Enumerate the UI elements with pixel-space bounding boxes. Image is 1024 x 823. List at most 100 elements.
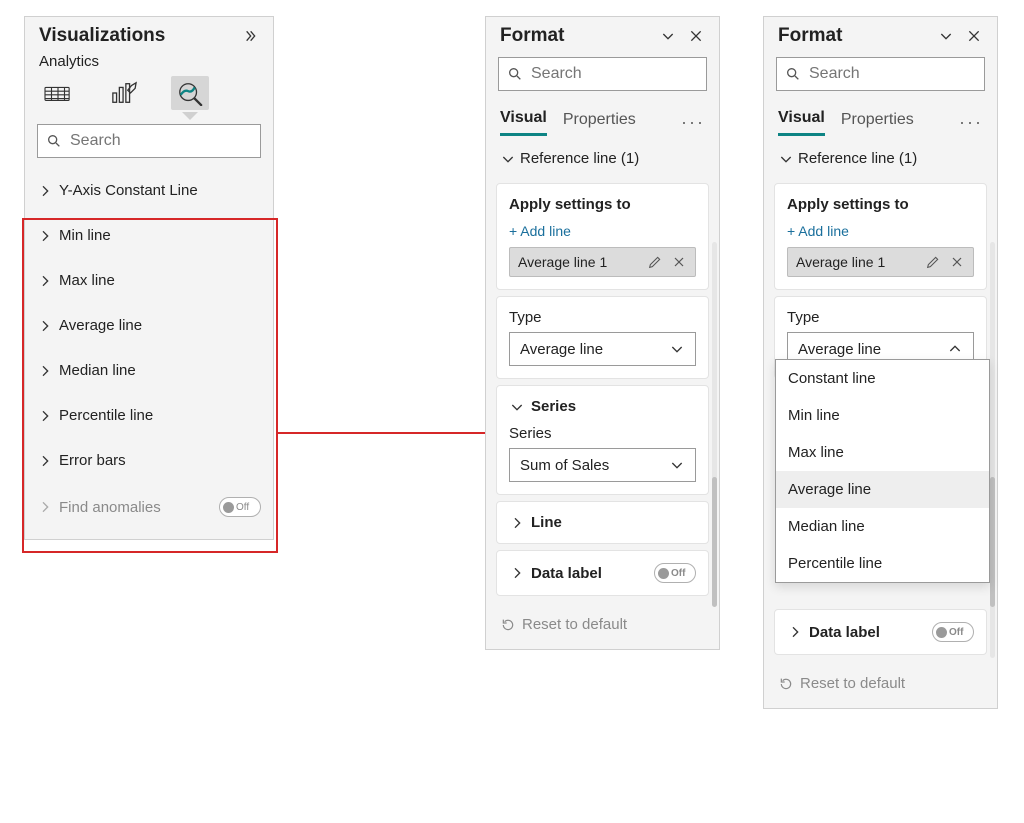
more-options-icon[interactable]: ··· — [681, 112, 705, 133]
type-option-average[interactable]: Average line — [776, 471, 989, 508]
data-label-header: Data label — [809, 624, 880, 641]
series-header-label: Series — [531, 398, 576, 415]
analytics-subtitle: Analytics — [25, 51, 273, 72]
analytics-tab[interactable] — [171, 76, 209, 110]
format-visual-tab[interactable] — [105, 76, 143, 110]
analytics-item-average-line[interactable]: Average line — [27, 303, 271, 348]
reference-line-section[interactable]: Reference line (1) — [764, 136, 997, 177]
format-panel: Format Visual Properties ··· Reference l… — [485, 16, 720, 650]
selected-line-pill[interactable]: Average line 1 — [787, 247, 974, 277]
scrollbar-thumb[interactable] — [990, 477, 995, 607]
chevron-down-icon — [669, 341, 685, 357]
build-visual-tab[interactable] — [39, 76, 77, 110]
chevron-down-icon[interactable] — [659, 27, 677, 45]
chevron-right-icon — [37, 273, 53, 289]
analytics-search[interactable] — [37, 124, 261, 158]
data-label-header: Data label — [531, 565, 602, 582]
data-label-toggle[interactable]: Off — [654, 563, 696, 583]
format-title: Format — [500, 25, 564, 47]
data-label-card[interactable]: Data label Off — [496, 550, 709, 596]
add-line-link[interactable]: + Add line — [509, 223, 571, 239]
type-value: Average line — [520, 341, 603, 358]
chevron-down-icon[interactable] — [937, 27, 955, 45]
chevron-down-icon — [778, 151, 794, 167]
tab-properties[interactable]: Properties — [841, 111, 914, 135]
analytics-item-label: Y-Axis Constant Line — [59, 182, 198, 199]
type-option-min[interactable]: Min line — [776, 397, 989, 434]
analytics-item-y-axis-constant[interactable]: Y-Axis Constant Line — [27, 168, 271, 213]
line-card[interactable]: Line — [496, 501, 709, 544]
close-icon[interactable] — [965, 27, 983, 45]
data-label-toggle[interactable]: Off — [932, 622, 974, 642]
tab-visual[interactable]: Visual — [500, 109, 547, 136]
series-card: Series Series Sum of Sales — [496, 385, 709, 495]
visualizations-header: Visualizations — [25, 17, 273, 51]
type-option-max[interactable]: Max line — [776, 434, 989, 471]
analytics-item-find-anomalies: Find anomalies Off — [27, 483, 271, 531]
type-label: Type — [787, 309, 974, 326]
chevron-right-icon — [37, 453, 53, 469]
format-search[interactable] — [498, 57, 707, 91]
line-header-label: Line — [531, 514, 562, 531]
data-label-card[interactable]: Data label Off — [774, 609, 987, 655]
edit-icon[interactable] — [647, 254, 663, 270]
analytics-item-min-line[interactable]: Min line — [27, 213, 271, 258]
series-field-label: Series — [509, 425, 696, 442]
apply-settings-title: Apply settings to — [509, 196, 696, 213]
selected-line-label: Average line 1 — [796, 254, 885, 270]
format-panel-open: Format Visual Properties ··· Reference l… — [763, 16, 998, 709]
collapse-right-icon[interactable] — [241, 27, 259, 45]
chevron-right-icon — [37, 318, 53, 334]
type-card: Type Average line Constant line Min line… — [774, 296, 987, 379]
close-icon[interactable] — [949, 254, 965, 270]
reference-line-section[interactable]: Reference line (1) — [486, 136, 719, 177]
type-label: Type — [509, 309, 696, 326]
format-search-input[interactable] — [529, 64, 740, 84]
chevron-up-icon — [947, 341, 963, 357]
reset-icon — [778, 676, 794, 692]
type-option-constant[interactable]: Constant line — [776, 360, 989, 397]
series-value: Sum of Sales — [520, 457, 609, 474]
analytics-search-input[interactable] — [68, 131, 279, 151]
chevron-down-icon — [500, 151, 516, 167]
format-header: Format — [486, 17, 719, 51]
type-dropdown-list[interactable]: Constant line Min line Max line Average … — [775, 359, 990, 583]
analytics-item-label: Find anomalies — [59, 499, 161, 516]
scrollbar-thumb[interactable] — [712, 477, 717, 607]
format-tabs: Visual Properties ··· — [486, 101, 719, 136]
selected-line-label: Average line 1 — [518, 254, 607, 270]
analytics-item-label: Average line — [59, 317, 142, 334]
chevron-right-icon — [787, 624, 803, 640]
selected-line-pill[interactable]: Average line 1 — [509, 247, 696, 277]
analytics-item-error-bars[interactable]: Error bars — [27, 438, 271, 483]
analytics-item-median-line[interactable]: Median line — [27, 348, 271, 393]
add-line-link[interactable]: + Add line — [787, 223, 849, 239]
analytics-item-label: Median line — [59, 362, 136, 379]
reference-line-label: Reference line (1) — [520, 150, 639, 167]
close-icon[interactable] — [687, 27, 705, 45]
chevron-right-icon — [37, 408, 53, 424]
series-dropdown[interactable]: Sum of Sales — [509, 448, 696, 482]
tab-properties[interactable]: Properties — [563, 111, 636, 135]
more-options-icon[interactable]: ··· — [959, 112, 983, 133]
analytics-item-label: Error bars — [59, 452, 126, 469]
reset-to-default[interactable]: Reset to default — [486, 602, 719, 649]
edit-icon[interactable] — [925, 254, 941, 270]
tab-visual[interactable]: Visual — [778, 109, 825, 136]
series-card-header[interactable]: Series — [509, 398, 696, 415]
format-header: Format — [764, 17, 997, 51]
analytics-item-percentile-line[interactable]: Percentile line — [27, 393, 271, 438]
type-option-median[interactable]: Median line — [776, 508, 989, 545]
apply-settings-card: Apply settings to + Add line Average lin… — [774, 183, 987, 290]
chevron-down-icon — [669, 457, 685, 473]
type-option-percentile[interactable]: Percentile line — [776, 545, 989, 582]
type-dropdown[interactable]: Average line — [509, 332, 696, 366]
format-search-input[interactable] — [807, 64, 1018, 84]
type-value: Average line — [798, 341, 881, 358]
chevron-right-icon — [37, 499, 53, 515]
analytics-item-max-line[interactable]: Max line — [27, 258, 271, 303]
close-icon[interactable] — [671, 254, 687, 270]
reset-to-default[interactable]: Reset to default — [764, 661, 997, 708]
analytics-item-label: Percentile line — [59, 407, 153, 424]
format-search[interactable] — [776, 57, 985, 91]
